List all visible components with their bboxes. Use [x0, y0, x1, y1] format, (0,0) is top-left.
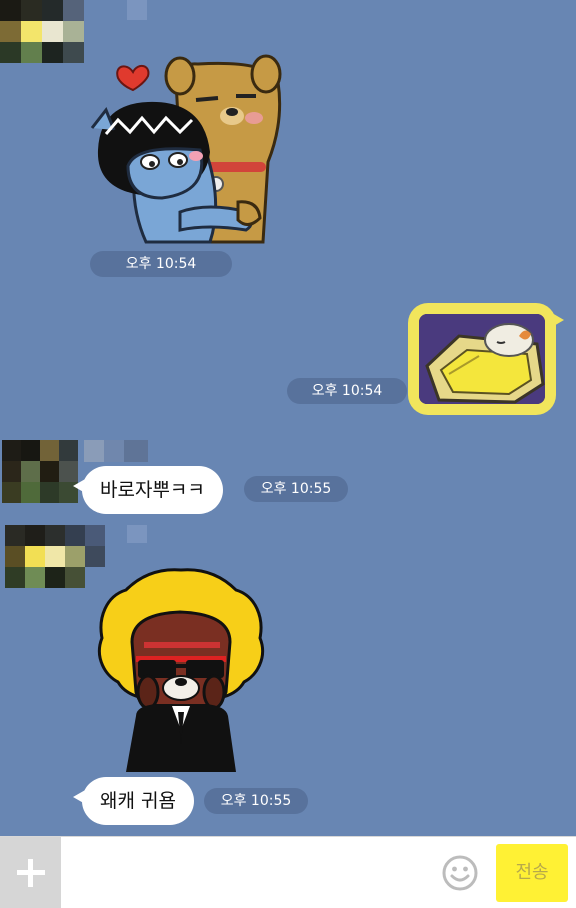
sent-photo-message[interactable]	[408, 303, 564, 415]
message-text: 왜캐 귀욤	[100, 790, 176, 812]
sender-name-placeholder	[127, 525, 147, 543]
sender-avatar[interactable]	[2, 440, 78, 503]
sender-name-placeholder	[127, 0, 147, 20]
message-time: 오후 10:54	[287, 378, 407, 404]
bubble-tail	[73, 478, 87, 494]
afro-character-icon	[97, 568, 265, 772]
message-input-bar: 전송	[0, 836, 576, 908]
cat-and-dog-hug-sticker[interactable]	[88, 52, 284, 248]
message-text: 바로자뿌ㅋㅋ	[100, 479, 205, 501]
add-attachment-button[interactable]	[0, 837, 61, 908]
sleeping-character-photo[interactable]	[419, 314, 545, 404]
message-input[interactable]	[70, 847, 434, 899]
smiley-icon	[442, 855, 478, 891]
message-time: 오후 10:55	[204, 788, 308, 814]
chat-area[interactable]: 오후 10:54 오후 10:54 바로자뿌ㅋㅋ 오후 10:55 왜캐 귀욤 …	[0, 0, 576, 836]
plus-icon-vertical	[28, 859, 33, 887]
sleeping-character-icon	[419, 314, 545, 404]
emoticon-button[interactable]	[442, 855, 478, 891]
send-button[interactable]: 전송	[496, 844, 568, 902]
received-message-bubble[interactable]: 왜캐 귀욤	[73, 777, 194, 825]
bubble-tail	[552, 313, 564, 327]
message-time: 오후 10:55	[244, 476, 348, 502]
bubble-tail	[73, 789, 87, 805]
sender-name-placeholder	[84, 440, 148, 462]
sender-avatar[interactable]	[5, 525, 105, 588]
message-time: 오후 10:54	[90, 251, 232, 277]
cat-and-dog-hug-icon	[90, 54, 282, 244]
received-message-bubble[interactable]: 바로자뿌ㅋㅋ	[73, 466, 223, 514]
sender-avatar[interactable]	[0, 0, 84, 63]
afro-character-sticker[interactable]	[96, 566, 266, 776]
